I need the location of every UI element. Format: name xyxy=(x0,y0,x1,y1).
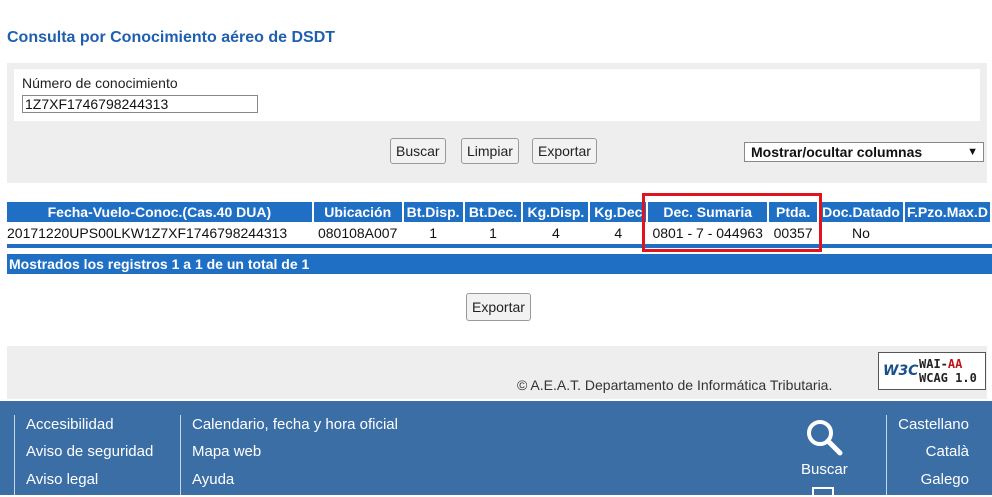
table-cell: 00357 xyxy=(768,222,819,244)
table-row: 20171220UPS00LKW1Z7XF1746798244313 08010… xyxy=(7,222,992,244)
table-cell: 1 xyxy=(463,222,523,244)
link-mapa-web[interactable]: Mapa web xyxy=(192,443,261,460)
search-form-fields: Número de conocimiento xyxy=(14,69,980,121)
column-header[interactable]: Bt.Disp. xyxy=(402,202,465,222)
clear-button[interactable]: Limpiar xyxy=(461,138,519,164)
link-ayuda[interactable]: Ayuda xyxy=(192,471,234,488)
columns-select[interactable]: Mostrar/ocultar columnas ▼ xyxy=(744,142,984,162)
results-table-area: Fecha-Vuelo-Conoc.(Cas.40 DUA) Ubicación… xyxy=(7,202,992,274)
results-summary: Mostrados los registros 1 a 1 de un tota… xyxy=(7,254,992,274)
wai-prefix: WAI- xyxy=(919,357,948,371)
wai-aa-text: WAI-AA WCAG 1.0 xyxy=(919,357,977,385)
footer-panel: © A.E.A.T. Departamento de Informática T… xyxy=(7,346,987,399)
column-header[interactable]: Kg.Dec xyxy=(589,202,649,222)
table-cell: 4 xyxy=(522,222,590,244)
column-header[interactable]: Ptda. xyxy=(768,202,820,222)
table-cell xyxy=(903,222,992,244)
link-aviso-seguridad[interactable]: Aviso de seguridad xyxy=(26,443,153,460)
divider xyxy=(14,415,15,495)
table-cell: 20171220UPS00LKW1Z7XF1746798244313 xyxy=(7,222,314,244)
search-icon[interactable] xyxy=(804,417,844,457)
search-form-panel: Número de conocimiento Buscar Limpiar Ex… xyxy=(7,63,987,183)
column-header[interactable]: Dec. Sumaria xyxy=(647,202,770,222)
w3c-logo: W3C xyxy=(883,363,919,379)
table-cell: 4 xyxy=(589,222,648,244)
export-button-bottom[interactable]: Exportar xyxy=(466,293,531,321)
wai-level: AA xyxy=(947,357,963,371)
export-button-top[interactable]: Exportar xyxy=(532,138,597,164)
column-header[interactable]: Bt.Dec. xyxy=(463,202,524,222)
link-calendario[interactable]: Calendario, fecha y hora oficial xyxy=(192,416,398,433)
table-cell: 1 xyxy=(402,222,465,244)
search-button[interactable]: Buscar xyxy=(390,138,446,164)
column-header[interactable]: Doc.Datado xyxy=(818,202,905,222)
lang-castellano[interactable]: Castellano xyxy=(898,416,969,433)
link-aviso-legal[interactable]: Aviso legal xyxy=(26,471,98,488)
conocimiento-label: Número de conocimiento xyxy=(22,75,178,91)
mail-icon[interactable] xyxy=(812,487,834,497)
table-header-row: Fecha-Vuelo-Conoc.(Cas.40 DUA) Ubicación… xyxy=(7,202,992,222)
chevron-down-icon: ▼ xyxy=(967,146,978,158)
page-title: Consulta por Conocimiento aéreo de DSDT xyxy=(7,29,336,46)
table-cell: No xyxy=(818,222,905,244)
table-divider xyxy=(7,244,992,248)
copyright-text: © A.E.A.T. Departamento de Informática T… xyxy=(517,377,833,393)
lang-galego[interactable]: Galego xyxy=(921,471,969,488)
search-link[interactable]: Buscar xyxy=(801,461,848,478)
lang-catala[interactable]: Català xyxy=(926,443,969,460)
column-header[interactable]: F.Pzo.Max.D xyxy=(903,202,992,222)
column-header[interactable]: Fecha-Vuelo-Conoc.(Cas.40 DUA) xyxy=(7,202,314,222)
bottom-navigation: Accesibilidad Aviso de seguridad Aviso l… xyxy=(0,401,992,497)
table-cell: 0801 - 7 - 044963 xyxy=(647,222,769,244)
divider xyxy=(886,415,887,495)
column-header[interactable]: Ubicación xyxy=(312,202,404,222)
columns-select-value: Mostrar/ocultar columnas xyxy=(751,144,923,160)
table-cell: 080108A007 xyxy=(312,222,404,244)
results-table: Fecha-Vuelo-Conoc.(Cas.40 DUA) Ubicación… xyxy=(7,202,992,244)
divider xyxy=(180,415,181,495)
wai-aa-badge[interactable]: W3C WAI-AA WCAG 1.0 xyxy=(878,352,986,390)
column-header[interactable]: Kg.Disp. xyxy=(522,202,591,222)
link-accesibilidad[interactable]: Accesibilidad xyxy=(26,416,114,433)
conocimiento-input[interactable] xyxy=(22,95,258,113)
wcag-version: WCAG 1.0 xyxy=(919,371,977,385)
